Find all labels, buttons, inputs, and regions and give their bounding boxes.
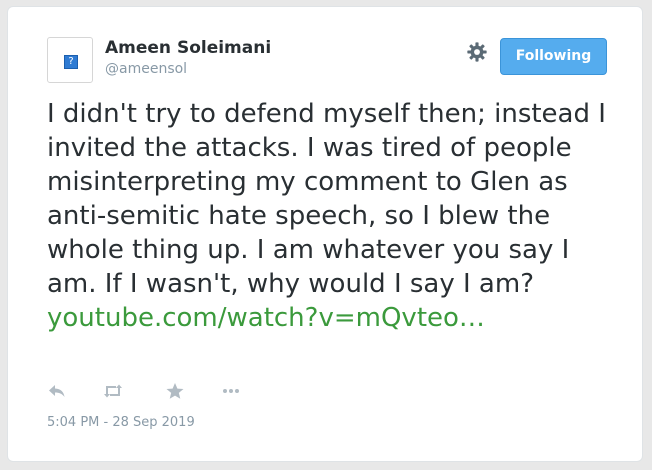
tweet-timestamp[interactable]: 5:04 PM - 28 Sep 2019 bbox=[47, 415, 195, 430]
broken-image-icon: ? bbox=[64, 55, 78, 69]
tweet-text: I didn't try to defend myself then; inst… bbox=[47, 99, 606, 299]
more-icon[interactable] bbox=[221, 382, 241, 400]
tweet-body: I didn't try to defend myself then; inst… bbox=[47, 97, 607, 335]
author-handle[interactable]: @ameensol bbox=[105, 61, 187, 77]
tweet-link[interactable]: youtube.com/watch?v=mQvteo… bbox=[47, 301, 485, 335]
tweet-card: ? Ameen Soleimani @ameensol Following I … bbox=[7, 6, 643, 462]
author-display-name[interactable]: Ameen Soleimani bbox=[105, 38, 271, 58]
gear-icon[interactable] bbox=[466, 41, 488, 63]
retweet-icon[interactable] bbox=[103, 382, 123, 400]
like-icon[interactable] bbox=[165, 382, 185, 400]
reply-icon[interactable] bbox=[47, 382, 67, 400]
following-button[interactable]: Following bbox=[500, 38, 607, 75]
avatar[interactable]: ? bbox=[47, 37, 93, 83]
